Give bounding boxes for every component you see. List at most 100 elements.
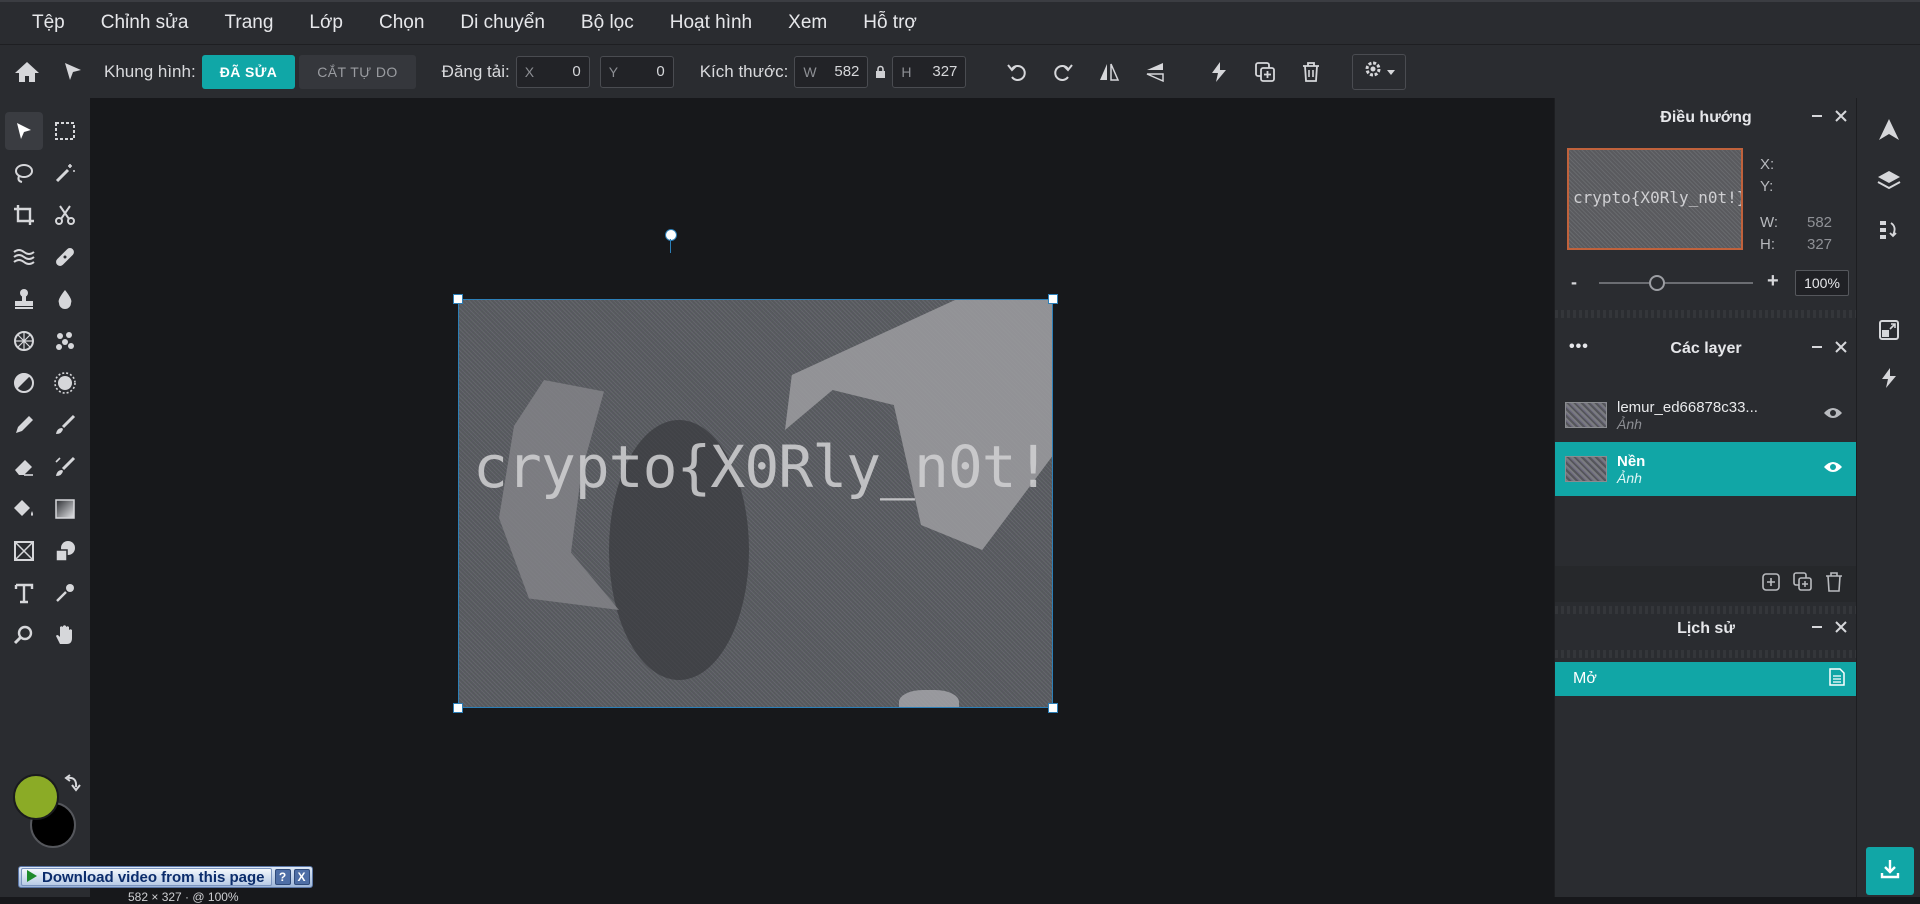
- add-layer-icon[interactable]: [1761, 572, 1781, 597]
- history-panel-icon[interactable]: [1873, 214, 1905, 246]
- eye-icon[interactable]: [1823, 406, 1843, 424]
- zoom-slider-knob[interactable]: [1649, 275, 1665, 291]
- dodge-burn-icon[interactable]: [5, 364, 43, 402]
- menu-move[interactable]: Di chuyển: [442, 12, 563, 34]
- chevron-down-icon: [1387, 63, 1396, 81]
- width-field[interactable]: W 582: [794, 55, 869, 88]
- minimize-icon[interactable]: [1811, 109, 1823, 127]
- navigator-thumbnail[interactable]: crypto{X0Rly_n0t!}: [1567, 148, 1743, 250]
- zoom-tool-icon[interactable]: [5, 616, 43, 654]
- eye-icon[interactable]: [1823, 460, 1843, 478]
- menu-page[interactable]: Trang: [206, 12, 291, 34]
- home-icon[interactable]: [4, 49, 50, 95]
- scissors-icon[interactable]: [46, 196, 84, 234]
- shape-frame-icon[interactable]: [5, 532, 43, 570]
- menu-view[interactable]: Xem: [770, 12, 845, 34]
- rotate-handle[interactable]: [665, 229, 677, 241]
- brush-tool-icon[interactable]: [46, 406, 84, 444]
- delete-layer-icon[interactable]: [1825, 571, 1843, 597]
- liquify-tool-icon[interactable]: [5, 238, 43, 276]
- menu-edit[interactable]: Chỉnh sửa: [83, 12, 207, 34]
- crop-tool-icon[interactable]: [5, 196, 43, 234]
- eyedropper-icon[interactable]: [46, 574, 84, 612]
- rotate-left-icon[interactable]: [994, 49, 1040, 95]
- layer-item-selected[interactable]: Nền Ảnh: [1555, 442, 1857, 496]
- menu-select[interactable]: Chọn: [361, 12, 442, 34]
- help-button[interactable]: ?: [274, 869, 291, 885]
- rotate-handle-line: [670, 239, 671, 253]
- magic-wand-icon[interactable]: [46, 154, 84, 192]
- replace-color-icon[interactable]: [46, 448, 84, 486]
- minimize-icon[interactable]: [1811, 340, 1823, 358]
- zoom-in-button[interactable]: +: [1767, 270, 1779, 293]
- resize-handle-tl[interactable]: [453, 294, 463, 304]
- frame-fixed-button[interactable]: ĐÃ SỬA: [201, 54, 296, 89]
- lasso-tool-icon[interactable]: [5, 154, 43, 192]
- actions-panel-icon[interactable]: [1873, 362, 1905, 394]
- swap-colors-icon[interactable]: [62, 774, 82, 799]
- close-bar-button[interactable]: X: [293, 869, 310, 885]
- gradient-tool-icon[interactable]: [46, 490, 84, 528]
- pencil-tool-icon[interactable]: [5, 406, 43, 444]
- sponge-tool-icon[interactable]: [46, 322, 84, 360]
- blur-drop-icon[interactable]: [46, 280, 84, 318]
- shapes-tool-icon[interactable]: [46, 532, 84, 570]
- heal-tool-icon[interactable]: [46, 238, 84, 276]
- duplicate-layer-icon[interactable]: [1793, 571, 1813, 597]
- more-options-icon[interactable]: •••: [1569, 338, 1589, 356]
- minimize-icon[interactable]: [1811, 620, 1823, 638]
- paint-bucket-icon[interactable]: [5, 490, 43, 528]
- delete-icon[interactable]: [1288, 49, 1334, 95]
- stamp-tool-icon[interactable]: [5, 280, 43, 318]
- menu-file[interactable]: Tệp: [14, 12, 83, 34]
- pattern-tool-icon[interactable]: [5, 322, 43, 360]
- eraser-tool-icon[interactable]: [5, 448, 43, 486]
- navigator-thumb-text: crypto{X0Rly_n0t!}: [1573, 188, 1743, 207]
- frame-label: Khung hình:: [104, 61, 196, 81]
- sharpen-tool-icon[interactable]: [46, 364, 84, 402]
- lock-icon[interactable]: [872, 65, 888, 78]
- resize-handle-tr[interactable]: [1048, 294, 1058, 304]
- select-tool-icon[interactable]: [5, 112, 43, 150]
- zoom-out-button[interactable]: -: [1571, 272, 1577, 293]
- h-key: H: [901, 63, 912, 80]
- x-field[interactable]: X 0: [515, 55, 590, 88]
- rotate-right-icon[interactable]: [1040, 49, 1086, 95]
- menu-animation[interactable]: Hoạt hình: [652, 12, 770, 34]
- layers-panel-icon[interactable]: [1873, 164, 1905, 196]
- foreground-color-swatch[interactable]: [13, 774, 59, 820]
- resize-panel-icon[interactable]: [1873, 314, 1905, 346]
- text-tool-icon[interactable]: [5, 574, 43, 612]
- close-icon[interactable]: [1835, 340, 1847, 358]
- resize-handle-bl[interactable]: [453, 703, 463, 713]
- y-field[interactable]: Y 0: [599, 55, 674, 88]
- frame-free-button[interactable]: CẮT TỰ DO: [299, 54, 416, 89]
- close-icon[interactable]: [1835, 620, 1847, 638]
- image-layer[interactable]: crypto{X0Rly_n0t!}: [458, 299, 1053, 708]
- marquee-tool-icon[interactable]: [46, 112, 84, 150]
- duplicate-icon[interactable]: [1242, 49, 1288, 95]
- resize-handle-br[interactable]: [1048, 703, 1058, 713]
- flip-horizontal-icon[interactable]: [1086, 49, 1132, 95]
- hand-tool-icon[interactable]: [46, 616, 84, 654]
- menu-filter[interactable]: Bộ lọc: [563, 12, 652, 34]
- zoom-input[interactable]: 100%: [1795, 270, 1849, 296]
- panel-divider[interactable]: [1555, 310, 1857, 318]
- move-tool-icon[interactable]: [50, 49, 96, 95]
- navigator-panel-icon[interactable]: [1873, 114, 1905, 146]
- layer-item[interactable]: lemur_ed66878c33... Ảnh: [1555, 388, 1857, 442]
- download-button[interactable]: [1866, 847, 1914, 895]
- zoom-slider[interactable]: [1599, 282, 1753, 284]
- menu-layer[interactable]: Lớp: [291, 12, 361, 34]
- close-icon[interactable]: [1835, 109, 1847, 127]
- quick-action-icon[interactable]: [1196, 49, 1242, 95]
- flip-vertical-icon[interactable]: [1132, 49, 1178, 95]
- settings-dropdown[interactable]: [1352, 53, 1407, 90]
- canvas-area[interactable]: crypto{X0Rly_n0t!}: [90, 98, 1554, 897]
- w-value: 582: [834, 63, 860, 80]
- download-video-button[interactable]: Download video from this page: [21, 868, 272, 886]
- history-item[interactable]: Mở: [1555, 662, 1857, 696]
- x-value: 0: [572, 63, 581, 80]
- menu-help[interactable]: Hỗ trợ: [845, 12, 935, 34]
- height-field[interactable]: H 327: [892, 55, 967, 88]
